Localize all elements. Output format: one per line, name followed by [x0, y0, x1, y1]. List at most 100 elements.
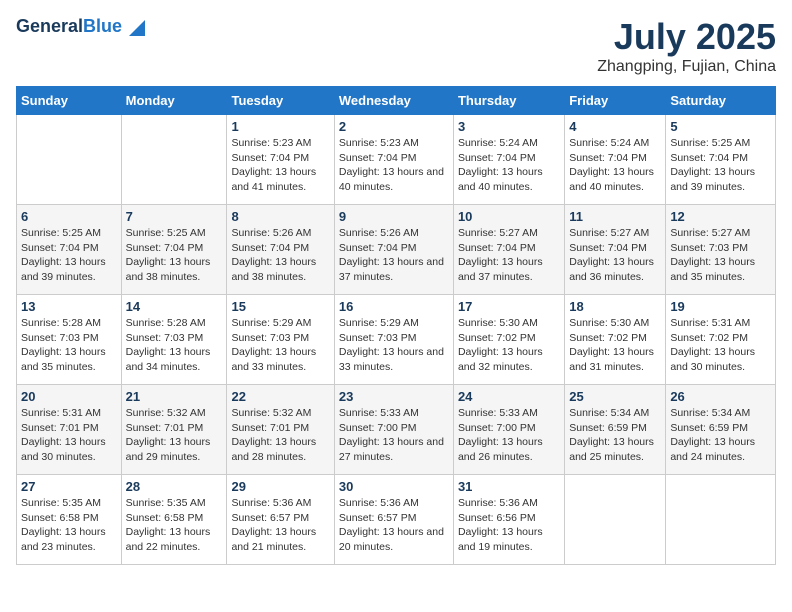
day-info: Sunrise: 5:32 AMSunset: 7:01 PMDaylight:… — [126, 406, 223, 465]
day-info: Sunrise: 5:24 AMSunset: 7:04 PMDaylight:… — [569, 136, 661, 195]
calendar-week-row: 13 Sunrise: 5:28 AMSunset: 7:03 PMDayligh… — [17, 295, 776, 385]
calendar-cell: 13 Sunrise: 5:28 AMSunset: 7:03 PMDayligh… — [17, 295, 122, 385]
title-block: July 2025 Zhangping, Fujian, China — [597, 16, 776, 76]
weekday-header: Sunday — [17, 87, 122, 115]
day-number: 20 — [21, 389, 117, 404]
calendar-cell: 17Sunrise: 5:30 AMSunset: 7:02 PMDayligh… — [453, 295, 564, 385]
day-info: Sunrise: 5:28 AMSunset: 7:03 PMDaylight:… — [21, 316, 117, 375]
calendar-table: SundayMondayTuesdayWednesdayThursdayFrid… — [16, 86, 776, 565]
day-info: Sunrise: 5:27 AMSunset: 7:04 PMDaylight:… — [569, 226, 661, 285]
weekday-header: Wednesday — [334, 87, 453, 115]
calendar-cell: 29Sunrise: 5:36 AMSunset: 6:57 PMDayligh… — [227, 475, 334, 565]
day-info: Sunrise: 5:35 AMSunset: 6:58 PMDaylight:… — [21, 496, 117, 555]
day-number: 30 — [339, 479, 449, 494]
day-number: 26 — [670, 389, 771, 404]
calendar-cell: 18 Sunrise: 5:30 AMSunset: 7:02 PMDayligh… — [565, 295, 666, 385]
calendar-cell: 2 Sunrise: 5:23 AMSunset: 7:04 PMDaylight… — [334, 115, 453, 205]
day-info: Sunrise: 5:25 AMSunset: 7:04 PMDaylight:… — [670, 136, 771, 195]
day-number: 28 — [126, 479, 223, 494]
day-number: 9 — [339, 209, 449, 224]
logo-general: General — [16, 16, 83, 36]
day-info: Sunrise: 5:36 AMSunset: 6:56 PMDaylight:… — [458, 496, 560, 555]
weekday-header: Friday — [565, 87, 666, 115]
day-number: 15 — [231, 299, 329, 314]
day-number: 19 — [670, 299, 771, 314]
weekday-header: Saturday — [666, 87, 776, 115]
calendar-cell: 12 Sunrise: 5:27 AMSunset: 7:03 PMDayligh… — [666, 205, 776, 295]
weekday-header: Tuesday — [227, 87, 334, 115]
calendar-cell: 4Sunrise: 5:24 AMSunset: 7:04 PMDaylight… — [565, 115, 666, 205]
day-number: 8 — [231, 209, 329, 224]
day-number: 6 — [21, 209, 117, 224]
month-title: July 2025 — [597, 16, 776, 58]
page-header: GeneralBlue July 2025 Zhangping, Fujian,… — [16, 16, 776, 76]
calendar-cell: 6 Sunrise: 5:25 AMSunset: 7:04 PMDaylight… — [17, 205, 122, 295]
calendar-cell: 23 Sunrise: 5:33 AMSunset: 7:00 PMDayligh… — [334, 385, 453, 475]
weekday-header: Thursday — [453, 87, 564, 115]
calendar-cell — [666, 475, 776, 565]
calendar-week-row: 27Sunrise: 5:35 AMSunset: 6:58 PMDayligh… — [17, 475, 776, 565]
day-number: 5 — [670, 119, 771, 134]
day-number: 21 — [126, 389, 223, 404]
calendar-cell: 14 Sunrise: 5:28 AMSunset: 7:03 PMDayligh… — [121, 295, 227, 385]
day-info: Sunrise: 5:25 AMSunset: 7:04 PMDaylight:… — [126, 226, 223, 285]
day-info: Sunrise: 5:31 AMSunset: 7:02 PMDaylight:… — [670, 316, 771, 375]
day-number: 11 — [569, 209, 661, 224]
calendar-week-row: 6 Sunrise: 5:25 AMSunset: 7:04 PMDaylight… — [17, 205, 776, 295]
day-number: 10 — [458, 209, 560, 224]
logo: GeneralBlue — [16, 16, 145, 37]
day-number: 18 — [569, 299, 661, 314]
day-number: 7 — [126, 209, 223, 224]
day-number: 2 — [339, 119, 449, 134]
day-info: Sunrise: 5:30 AMSunset: 7:02 PMDaylight:… — [569, 316, 661, 375]
day-info: Sunrise: 5:31 AMSunset: 7:01 PMDaylight:… — [21, 406, 117, 465]
day-info: Sunrise: 5:28 AMSunset: 7:03 PMDaylight:… — [126, 316, 223, 375]
calendar-cell: 21 Sunrise: 5:32 AMSunset: 7:01 PMDayligh… — [121, 385, 227, 475]
location-title: Zhangping, Fujian, China — [597, 58, 776, 76]
day-info: Sunrise: 5:36 AMSunset: 6:57 PMDaylight:… — [339, 496, 449, 555]
calendar-cell: 22 Sunrise: 5:32 AMSunset: 7:01 PMDayligh… — [227, 385, 334, 475]
day-info: Sunrise: 5:27 AMSunset: 7:03 PMDaylight:… — [670, 226, 771, 285]
day-info: Sunrise: 5:29 AMSunset: 7:03 PMDaylight:… — [339, 316, 449, 375]
day-info: Sunrise: 5:27 AMSunset: 7:04 PMDaylight:… — [458, 226, 560, 285]
day-info: Sunrise: 5:29 AMSunset: 7:03 PMDaylight:… — [231, 316, 329, 375]
calendar-cell: 7 Sunrise: 5:25 AMSunset: 7:04 PMDaylight… — [121, 205, 227, 295]
day-number: 14 — [126, 299, 223, 314]
day-info: Sunrise: 5:24 AMSunset: 7:04 PMDaylight:… — [458, 136, 560, 195]
calendar-cell: 20 Sunrise: 5:31 AMSunset: 7:01 PMDayligh… — [17, 385, 122, 475]
calendar-cell: 30 Sunrise: 5:36 AMSunset: 6:57 PMDayligh… — [334, 475, 453, 565]
day-number: 25 — [569, 389, 661, 404]
day-info: Sunrise: 5:32 AMSunset: 7:01 PMDaylight:… — [231, 406, 329, 465]
day-number: 13 — [21, 299, 117, 314]
day-info: Sunrise: 5:25 AMSunset: 7:04 PMDaylight:… — [21, 226, 117, 285]
day-info: Sunrise: 5:33 AMSunset: 7:00 PMDaylight:… — [339, 406, 449, 465]
calendar-cell: 1Sunrise: 5:23 AMSunset: 7:04 PMDaylight… — [227, 115, 334, 205]
calendar-cell: 3Sunrise: 5:24 AMSunset: 7:04 PMDaylight… — [453, 115, 564, 205]
day-number: 12 — [670, 209, 771, 224]
calendar-week-row: 20 Sunrise: 5:31 AMSunset: 7:01 PMDayligh… — [17, 385, 776, 475]
day-number: 24 — [458, 389, 560, 404]
calendar-cell: 26 Sunrise: 5:34 AMSunset: 6:59 PMDayligh… — [666, 385, 776, 475]
day-info: Sunrise: 5:33 AMSunset: 7:00 PMDaylight:… — [458, 406, 560, 465]
day-number: 16 — [339, 299, 449, 314]
day-number: 22 — [231, 389, 329, 404]
calendar-cell: 16 Sunrise: 5:29 AMSunset: 7:03 PMDayligh… — [334, 295, 453, 385]
day-info: Sunrise: 5:23 AMSunset: 7:04 PMDaylight:… — [339, 136, 449, 195]
logo-icon — [129, 20, 145, 36]
calendar-header-row: SundayMondayTuesdayWednesdayThursdayFrid… — [17, 87, 776, 115]
calendar-cell: 15 Sunrise: 5:29 AMSunset: 7:03 PMDayligh… — [227, 295, 334, 385]
calendar-cell — [121, 115, 227, 205]
calendar-cell: 11 Sunrise: 5:27 AMSunset: 7:04 PMDayligh… — [565, 205, 666, 295]
calendar-cell: 25Sunrise: 5:34 AMSunset: 6:59 PMDayligh… — [565, 385, 666, 475]
calendar-cell: 19 Sunrise: 5:31 AMSunset: 7:02 PMDayligh… — [666, 295, 776, 385]
day-info: Sunrise: 5:36 AMSunset: 6:57 PMDaylight:… — [231, 496, 329, 555]
day-number: 23 — [339, 389, 449, 404]
calendar-cell: 9Sunrise: 5:26 AMSunset: 7:04 PMDaylight… — [334, 205, 453, 295]
day-info: Sunrise: 5:35 AMSunset: 6:58 PMDaylight:… — [126, 496, 223, 555]
calendar-week-row: 1Sunrise: 5:23 AMSunset: 7:04 PMDaylight… — [17, 115, 776, 205]
day-number: 17 — [458, 299, 560, 314]
day-info: Sunrise: 5:34 AMSunset: 6:59 PMDaylight:… — [670, 406, 771, 465]
day-info: Sunrise: 5:23 AMSunset: 7:04 PMDaylight:… — [231, 136, 329, 195]
logo-blue: Blue — [83, 16, 122, 36]
calendar-cell: 24 Sunrise: 5:33 AMSunset: 7:00 PMDayligh… — [453, 385, 564, 475]
